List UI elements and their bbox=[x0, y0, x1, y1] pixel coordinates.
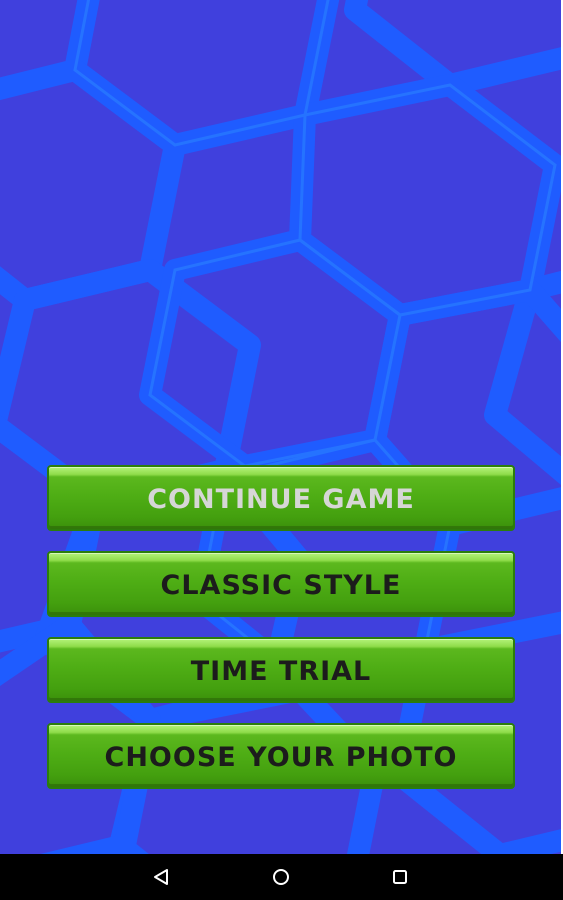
back-button[interactable] bbox=[131, 854, 191, 900]
home-button[interactable] bbox=[251, 854, 311, 900]
choose-your-photo-label: CHOOSE YOUR PHOTO bbox=[104, 742, 458, 773]
time-trial-label: TIME TRIAL bbox=[190, 656, 372, 687]
recents-button[interactable] bbox=[370, 854, 430, 900]
back-icon bbox=[154, 869, 168, 885]
time-trial-button[interactable]: TIME TRIAL bbox=[47, 637, 515, 703]
continue-game-label: CONTINUE GAME bbox=[147, 484, 415, 515]
android-navigation-bar bbox=[0, 854, 563, 900]
classic-style-button[interactable]: CLASSIC STYLE bbox=[47, 551, 515, 617]
continue-game-button[interactable]: CONTINUE GAME bbox=[47, 465, 515, 531]
home-icon bbox=[273, 869, 289, 885]
recents-icon bbox=[393, 870, 407, 884]
classic-style-label: CLASSIC STYLE bbox=[160, 570, 402, 601]
app-screen: CONTINUE GAME CLASSIC STYLE TIME TRIAL C… bbox=[0, 0, 563, 900]
game-menu-screen: CONTINUE GAME CLASSIC STYLE TIME TRIAL C… bbox=[0, 0, 563, 854]
choose-your-photo-button[interactable]: CHOOSE YOUR PHOTO bbox=[47, 723, 515, 789]
main-menu: CONTINUE GAME CLASSIC STYLE TIME TRIAL C… bbox=[47, 465, 515, 809]
